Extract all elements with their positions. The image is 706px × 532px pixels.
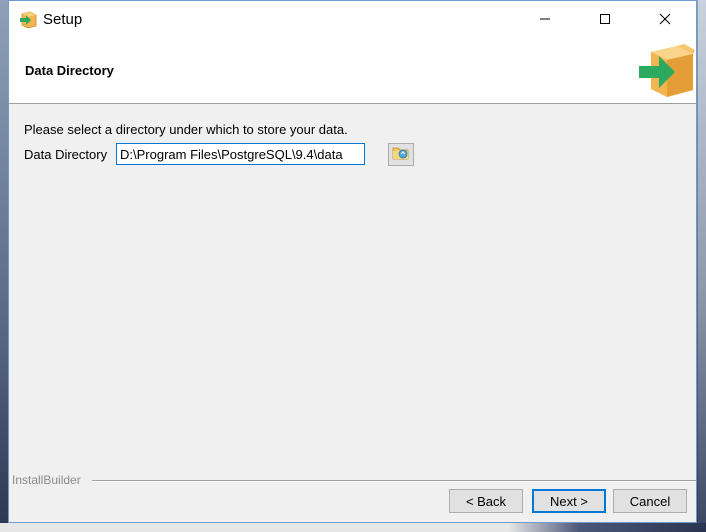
desktop-bottom-strip (0, 523, 706, 532)
data-directory-input[interactable] (116, 143, 365, 165)
data-directory-label: Data Directory (24, 147, 108, 162)
browse-folder-button[interactable] (388, 143, 414, 166)
window-title: Setup (43, 11, 83, 28)
minimize-icon (539, 13, 551, 28)
next-button[interactable]: Next > (532, 489, 606, 513)
page-title: Data Directory (25, 63, 114, 78)
back-button[interactable]: < Back (449, 489, 523, 513)
desktop-wallpaper-strip (698, 0, 706, 532)
installbuilder-brand: InstallBuilder (12, 473, 81, 487)
close-button[interactable] (642, 1, 688, 39)
maximize-icon (599, 13, 611, 28)
minimize-button[interactable] (522, 1, 568, 39)
instruction-text: Please select a directory under which to… (24, 122, 348, 137)
title-bar[interactable]: Setup (9, 1, 696, 39)
app-icon (18, 10, 38, 30)
footer-divider (92, 480, 696, 482)
page-header: Data Directory (9, 39, 696, 104)
maximize-button[interactable] (582, 1, 628, 39)
close-icon (659, 13, 671, 28)
cancel-button[interactable]: Cancel (613, 489, 687, 513)
folder-browse-icon (392, 145, 410, 164)
installer-box-arrow-icon (637, 44, 695, 98)
setup-window: Setup Data Directory Please select a dir… (8, 0, 697, 523)
